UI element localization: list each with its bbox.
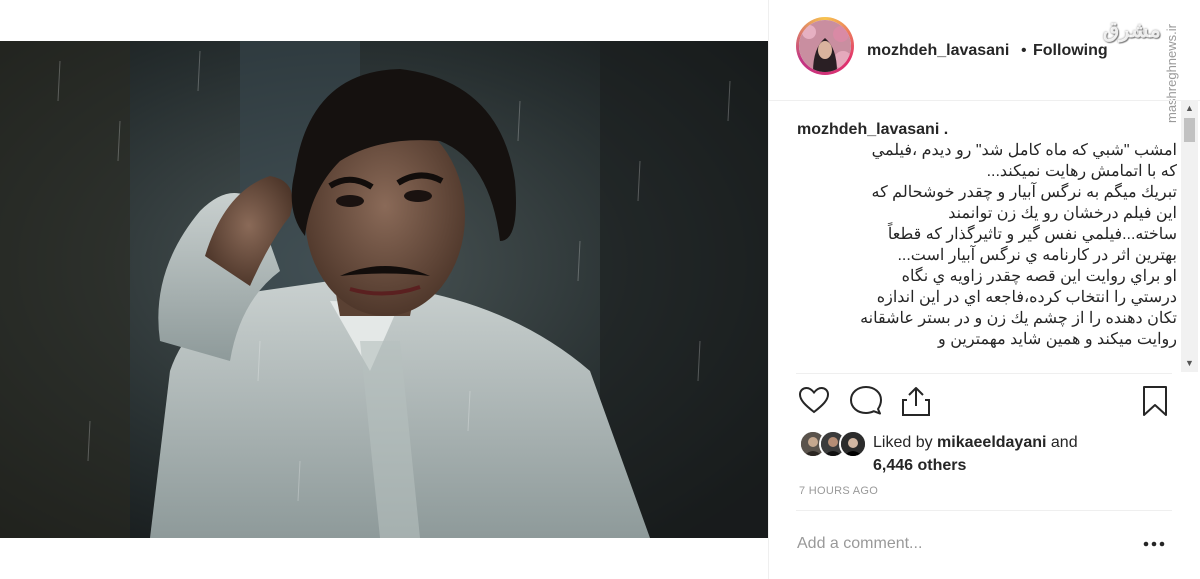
caption-line: تبريك ميگم به نرگس آبيار و چقدر خوشحالم …	[871, 184, 1177, 201]
comment-divider	[796, 510, 1172, 511]
post-header: mozhdeh_lavasani • Following مشرق mashre…	[769, 0, 1200, 123]
caption-line: امشب "شبي كه ماه كامل شد" رو ديدم ،فيلمي	[871, 142, 1177, 159]
share-icon[interactable]	[899, 384, 933, 418]
post-timestamp[interactable]: 7 HOURS AGO	[799, 485, 878, 497]
story-ring[interactable]	[796, 17, 854, 75]
likes-prefix: Liked by	[873, 434, 938, 451]
likes-text: Liked by mikaeeldayani and 6,446 others	[873, 431, 1173, 477]
comment-input[interactable]	[797, 528, 1127, 560]
author-username[interactable]: mozhdeh_lavasani	[867, 42, 1009, 60]
scroll-thumb[interactable]	[1184, 118, 1195, 142]
caption-scrollbar[interactable]: ▲ ▼	[1181, 100, 1198, 372]
caption-line: كه با اتمامش رهايت نميكند...	[986, 163, 1177, 180]
likes-connector: and	[1046, 434, 1078, 451]
caption-username[interactable]: mozhdeh_lavasani .	[797, 120, 1177, 140]
post-side-panel: mozhdeh_lavasani • Following مشرق mashre…	[769, 0, 1200, 579]
comment-icon[interactable]	[849, 384, 883, 418]
header-divider	[769, 100, 1200, 101]
actions-divider	[796, 373, 1172, 374]
liker-avatar[interactable]	[839, 430, 867, 458]
heart-icon[interactable]	[797, 384, 831, 418]
avatar-image	[799, 20, 851, 72]
caption: mozhdeh_lavasani . امشب "شبي كه ماه كامل…	[797, 120, 1177, 372]
ellipsis-icon[interactable]	[1139, 532, 1169, 556]
scroll-down-arrow-icon[interactable]: ▼	[1181, 355, 1198, 372]
likes-section: Liked by mikaeeldayani and 6,446 others	[799, 428, 1189, 476]
caption-line: بهترين اثر در كارنامه ي نرگس آبيار است..…	[897, 247, 1177, 264]
likes-others-count[interactable]: 6,446 others	[873, 457, 966, 474]
following-button[interactable]: Following	[1033, 42, 1108, 60]
caption-line: ساخته...فيلمي نفس گير و تاثيرگذار كه قطع…	[887, 226, 1177, 243]
scroll-up-arrow-icon[interactable]: ▲	[1181, 100, 1198, 117]
caption-line: روايت ميكند و همين شايد مهمترين و	[938, 331, 1177, 348]
post-photo	[0, 41, 768, 538]
caption-line: او براي روايت اين قصه چقدر زاويه ي نگاه	[901, 268, 1177, 285]
liker-username[interactable]: mikaeeldayani	[937, 434, 1046, 451]
bookmark-icon[interactable]	[1138, 384, 1172, 418]
action-bar	[769, 380, 1200, 424]
caption-line: اين فيلم درخشان رو يك زن توانمند	[948, 205, 1177, 222]
caption-line: تكان دهنده را از چشم يك زن و در بستر عاش…	[860, 310, 1177, 327]
follow-separator: •	[1021, 42, 1027, 59]
caption-line: درستي را انتخاب كرده،فاجعه اي در اين اند…	[876, 289, 1177, 306]
post-image[interactable]	[0, 41, 768, 538]
avatar[interactable]	[799, 20, 851, 72]
watermark-logo: مشرق	[1103, 19, 1161, 42]
